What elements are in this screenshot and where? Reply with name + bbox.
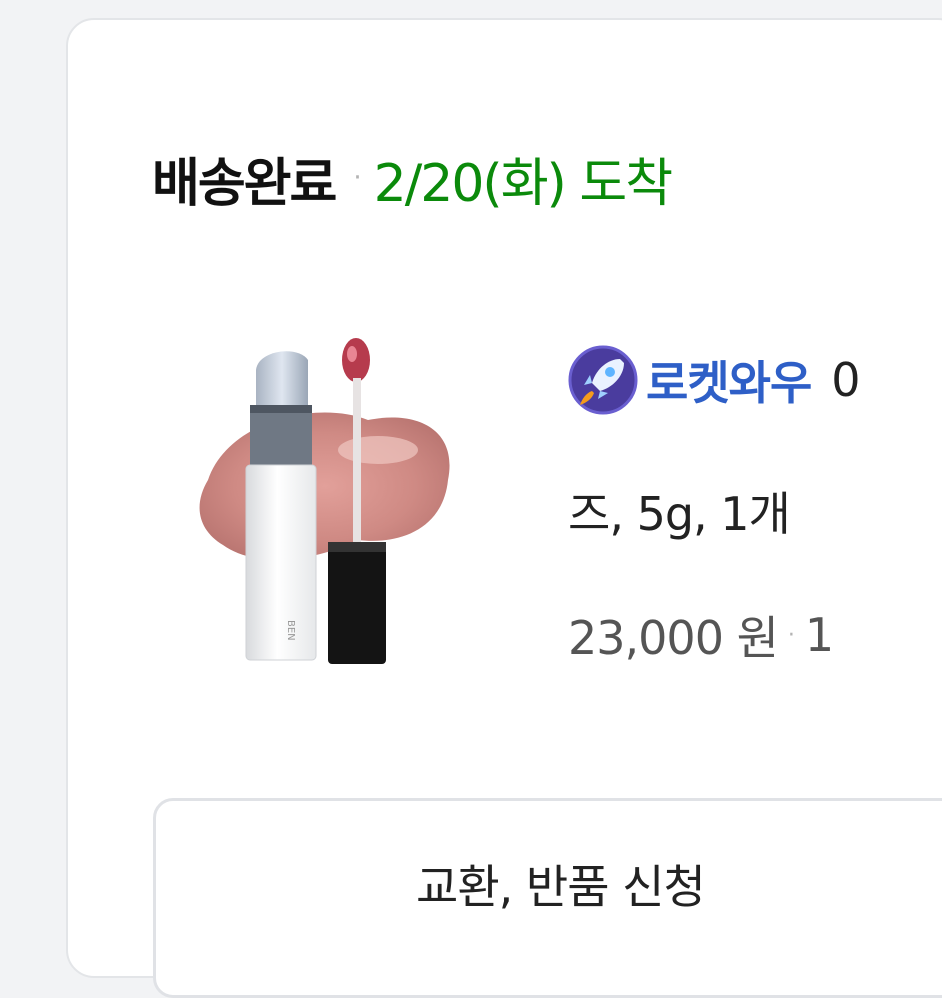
lip-tint-product-image: BEN: [199, 338, 450, 664]
price-row: 23,000 원 · 1: [568, 602, 942, 668]
product-quantity: 1: [804, 608, 835, 662]
product-price: 23,000 원: [568, 611, 779, 665]
exchange-return-label: 교환, 반품 신청: [416, 860, 706, 914]
price-separator: ·: [787, 622, 795, 648]
product-info: 로켓와우 0 즈, 5g, 1개 23,000 원 · 1: [568, 340, 942, 668]
svg-text:BEN: BEN: [285, 620, 296, 641]
product-name-line1[interactable]: 0: [831, 353, 860, 407]
status-separator: ·: [353, 163, 362, 193]
rocket-wow-badge: 로켓와우 0: [568, 340, 942, 420]
delivery-status: 배송완료: [152, 153, 337, 214]
exchange-return-button[interactable]: 교환, 반품 신청: [153, 798, 942, 998]
rocket-wow-label: 로켓와우: [646, 356, 812, 410]
rocket-icon: [568, 345, 638, 415]
delivery-status-line: 배송완료 · 2/20(화) 도착: [152, 138, 673, 218]
product-thumbnail[interactable]: BEN: [198, 330, 468, 670]
arrival-date: 2/20(화) 도착: [373, 153, 673, 214]
product-name-line2[interactable]: 즈, 5g, 1개: [568, 478, 942, 544]
